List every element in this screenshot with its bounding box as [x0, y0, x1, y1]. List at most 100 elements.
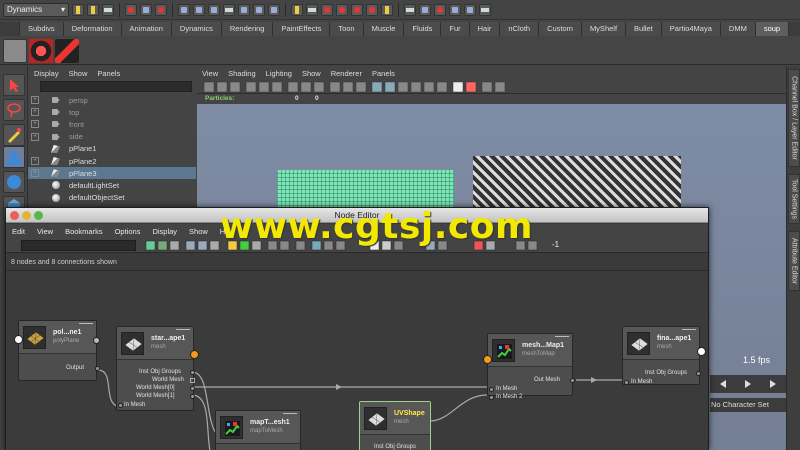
output-port[interactable]	[697, 347, 706, 356]
outliner-item[interactable]: + pPlane3	[28, 167, 196, 180]
ne-menu-display[interactable]: Display	[152, 227, 177, 236]
node-mesh-to-map[interactable]: mesh...Map1 meshToMap Out Mesh In Mesh I…	[483, 333, 575, 400]
minimize-window-icon[interactable]	[22, 211, 31, 220]
play-icon[interactable]	[744, 380, 751, 388]
outliner-item[interactable]: pPlane1	[28, 143, 196, 155]
expand-toggle-icon[interactable]: +	[31, 120, 39, 129]
expand-toggle-icon[interactable]: +	[31, 96, 39, 105]
outliner-menu-show[interactable]: Show	[69, 69, 88, 78]
outliner-item[interactable]: + pPlane2	[28, 155, 196, 167]
input-port[interactable]	[483, 355, 492, 364]
channel-box-icon[interactable]	[479, 3, 491, 16]
shelf-menu-icon[interactable]	[3, 39, 27, 63]
node-mode-icon[interactable]	[283, 413, 297, 418]
outliner-item[interactable]: defaultObjectSet	[28, 192, 196, 204]
shelf-tab-custom[interactable]: Custom	[539, 22, 582, 36]
shelf-tab-animation[interactable]: Animation	[121, 22, 172, 36]
close-window-icon[interactable]	[10, 211, 19, 220]
attr-port-out-mesh[interactable]	[570, 378, 575, 383]
snap-grid-icon[interactable]	[178, 3, 190, 16]
channel-box-tab[interactable]: Channel Box / Layer Editor	[788, 69, 800, 167]
expand-toggle-icon[interactable]: +	[31, 157, 39, 166]
output-ops-icon[interactable]	[306, 3, 318, 16]
make-live-icon[interactable]	[238, 3, 250, 16]
outliner-item[interactable]: + top	[28, 106, 196, 118]
open-scene-icon[interactable]	[87, 3, 99, 16]
viewport-toolbar-icons[interactable]	[197, 80, 786, 94]
node-mode-icon[interactable]	[555, 336, 569, 341]
node-start-shape[interactable]: star...ape1 mesh Inst Obj Groups World M…	[116, 326, 199, 411]
expand-toggle-icon[interactable]: +	[31, 169, 39, 178]
select-object-icon[interactable]	[140, 3, 152, 16]
attr-port-world-mesh-0[interactable]	[190, 386, 195, 391]
paint-select-tool-icon[interactable]	[3, 124, 25, 146]
render-settings-icon[interactable]	[351, 3, 363, 16]
shelf-tab-painteffects[interactable]: PaintEffects	[273, 22, 331, 36]
shelf-tab-hair[interactable]: Hair	[469, 22, 501, 36]
attribute-editor-icon[interactable]	[464, 3, 476, 16]
outliner-search-input[interactable]	[40, 81, 192, 92]
node-uvshape[interactable]: UVShape mesh Inst Obj Groups	[359, 401, 431, 450]
rotate-tool-icon[interactable]	[3, 171, 25, 193]
node-map-to-mesh[interactable]: mapT...esh1 mapToMesh	[215, 410, 301, 450]
ne-menu-edit[interactable]: Edit	[12, 227, 25, 236]
viewport-menu-view[interactable]: View	[202, 69, 218, 78]
attr-port-in-mesh[interactable]	[118, 403, 123, 408]
save-scene-icon[interactable]	[102, 3, 114, 16]
step-back-icon[interactable]	[719, 380, 726, 388]
history-icon[interactable]	[253, 3, 265, 16]
input-port[interactable]	[14, 335, 23, 344]
attr-port-inst-obj-groups[interactable]	[190, 370, 195, 375]
tool-settings-tab[interactable]: Tool Settings	[788, 174, 800, 224]
expand-toggle-icon[interactable]: +	[31, 132, 39, 141]
character-set-selector[interactable]: No Character Set	[710, 398, 786, 412]
attr-port-inst-obj-groups[interactable]	[696, 371, 701, 376]
snap-point-icon[interactable]	[208, 3, 220, 16]
attr-port-in-mesh-2[interactable]	[489, 395, 494, 400]
attr-port-world-mesh-1[interactable]	[190, 394, 195, 399]
ipr-render-icon[interactable]	[336, 3, 348, 16]
shelf-tab-soup[interactable]: soup	[755, 22, 790, 36]
shelf-tab-dynamics[interactable]: Dynamics	[171, 22, 222, 36]
sculpt-icon[interactable]	[434, 3, 446, 16]
shelf-tab-ncloth[interactable]: nCloth	[500, 22, 540, 36]
input-ops-icon[interactable]	[291, 3, 303, 16]
render-frame-icon[interactable]	[321, 3, 333, 16]
node-mode-icon[interactable]	[176, 329, 190, 334]
outliner-menu-panels[interactable]: Panels	[97, 69, 120, 78]
shelf-tab-partio4maya[interactable]: Partio4Maya	[661, 22, 721, 36]
outliner-item[interactable]: + side	[28, 131, 196, 143]
lasso-tool-icon[interactable]	[3, 99, 25, 121]
new-scene-icon[interactable]	[72, 3, 84, 16]
viewport-menu-panels[interactable]: Panels	[372, 69, 395, 78]
snap-curve-icon[interactable]	[193, 3, 205, 16]
node-polyplane[interactable]: pol...ne1 polyPlane Output	[14, 320, 100, 381]
viewport-menu-show[interactable]: Show	[302, 69, 321, 78]
ne-menu-show[interactable]: Show	[189, 227, 208, 236]
hypershade-icon[interactable]	[366, 3, 378, 16]
attr-port-in-mesh[interactable]	[489, 387, 494, 392]
node-mode-icon[interactable]	[682, 329, 696, 334]
shelf-tab-fluids[interactable]: Fluids	[404, 22, 442, 36]
outliner-item[interactable]: defaultLightSet	[28, 179, 196, 191]
ne-menu-bookmarks[interactable]: Bookmarks	[65, 227, 103, 236]
node-mode-icon[interactable]	[79, 323, 93, 328]
step-forward-icon[interactable]	[770, 380, 777, 388]
shelf-tab-toon[interactable]: Toon	[330, 22, 364, 36]
ne-menu-options[interactable]: Options	[115, 227, 141, 236]
output-port[interactable]	[93, 337, 100, 344]
shelf-tab-dmm[interactable]: DMM	[720, 22, 756, 36]
snap-view-plane-icon[interactable]	[223, 3, 235, 16]
expand-toggle-icon[interactable]: +	[31, 108, 39, 117]
node-graph-canvas[interactable]: pol...ne1 polyPlane Output star...ape1 m…	[6, 270, 708, 450]
ne-menu-view[interactable]: View	[37, 227, 53, 236]
shelf-tab-rendering[interactable]: Rendering	[221, 22, 274, 36]
attr-port-world-mesh[interactable]	[190, 378, 195, 383]
attr-port-output[interactable]	[95, 366, 100, 371]
output-port[interactable]	[190, 350, 199, 359]
soup-spoon-icon[interactable]	[55, 39, 79, 63]
attribute-editor-tab[interactable]: Attribute Editor	[788, 231, 800, 291]
select-hierarchy-icon[interactable]	[125, 3, 137, 16]
shelf-tab-deformation[interactable]: Deformation	[63, 22, 122, 36]
toggle-panel-icon[interactable]	[404, 3, 416, 16]
